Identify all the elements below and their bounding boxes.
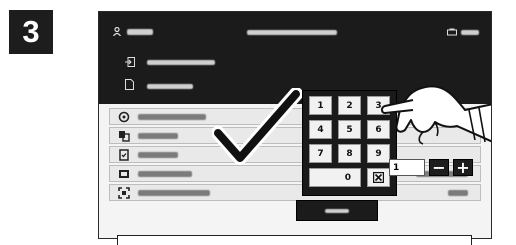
menu-item-2-redacted[interactable] bbox=[147, 84, 193, 89]
setting-row-2-label bbox=[138, 133, 178, 139]
key-5[interactable]: 5 bbox=[338, 120, 361, 139]
layout-icon bbox=[119, 170, 129, 178]
checkmark-icon bbox=[212, 88, 302, 165]
clear-icon bbox=[373, 172, 384, 183]
import-icon[interactable] bbox=[125, 57, 135, 67]
color-icon bbox=[118, 111, 130, 123]
key-0[interactable]: 0 bbox=[309, 168, 361, 187]
setting-row-3-label bbox=[138, 152, 178, 158]
key-8[interactable]: 8 bbox=[338, 144, 361, 163]
setting-row-5[interactable] bbox=[109, 184, 481, 201]
setting-row-4-label bbox=[138, 171, 192, 177]
menu-item-1-redacted[interactable] bbox=[147, 60, 215, 65]
apply-button-label-redacted bbox=[325, 209, 349, 213]
printer-touchscreen: 1 2 3 4 5 6 7 8 9 0 1 − + bbox=[98, 11, 492, 239]
user-icon[interactable] bbox=[113, 27, 121, 36]
hand-pointer-icon bbox=[381, 85, 491, 145]
step-number-badge: 3 bbox=[9, 10, 53, 54]
key-7[interactable]: 7 bbox=[309, 144, 332, 163]
apply-button[interactable] bbox=[296, 200, 378, 221]
device-status-redacted bbox=[461, 30, 479, 35]
key-1[interactable]: 1 bbox=[309, 96, 332, 115]
key-2[interactable]: 2 bbox=[338, 96, 361, 115]
screen-title-redacted bbox=[247, 30, 337, 35]
bottom-panel-edge bbox=[117, 235, 472, 245]
scan-icon bbox=[118, 187, 130, 199]
setting-row-1-label bbox=[138, 114, 206, 120]
key-4[interactable]: 4 bbox=[309, 120, 332, 139]
user-name-redacted bbox=[127, 29, 153, 35]
setting-row-5-value bbox=[448, 190, 468, 196]
clear-key[interactable] bbox=[367, 168, 390, 187]
printer-icon[interactable] bbox=[447, 28, 457, 37]
document-icon[interactable] bbox=[125, 79, 134, 90]
sides-icon bbox=[119, 131, 130, 142]
setting-row-5-label bbox=[138, 190, 210, 196]
copy-icon bbox=[119, 149, 129, 161]
